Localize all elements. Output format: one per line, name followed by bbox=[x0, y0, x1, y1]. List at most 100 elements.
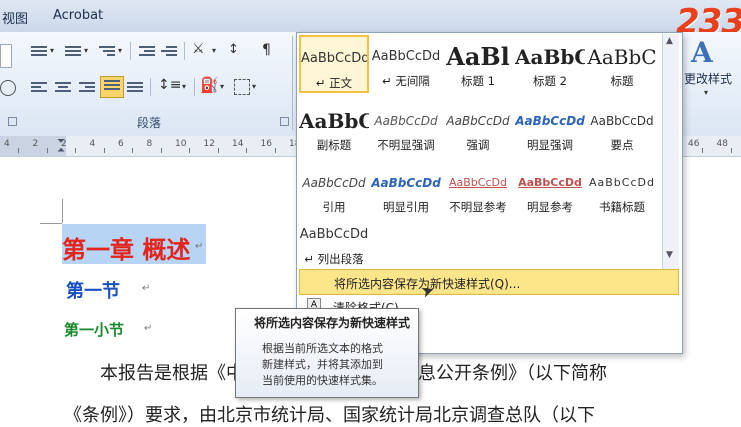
ruler-number: 48 bbox=[716, 139, 728, 149]
style-preview: AaBbCcDd bbox=[446, 114, 510, 128]
tooltip-line: 新建样式，并将其添加到 bbox=[262, 358, 383, 371]
chinese-layout-icon[interactable]: ⚔ bbox=[192, 41, 205, 57]
ruler-tick bbox=[274, 148, 276, 153]
quick-style-item[interactable]: AaBbCcDd ↵ 列出段落 bbox=[299, 213, 369, 271]
ruler-tick bbox=[702, 148, 703, 153]
subsection-heading[interactable]: 第一小节 bbox=[64, 319, 124, 340]
tooltip: 将所选内容保存为新快速样式 根据当前所选文本的格式 新建样式，并将其添加到 当前… bbox=[235, 308, 419, 398]
decrease-indent-icon[interactable] bbox=[138, 44, 156, 58]
align-right-icon[interactable] bbox=[78, 80, 96, 94]
ruler-number: 4 bbox=[89, 139, 96, 149]
quick-style-item[interactable]: AaBbCcDd 书籍标题 bbox=[587, 161, 657, 219]
line-spacing-dropdown-icon[interactable]: ▾ bbox=[182, 82, 186, 91]
quick-style-item[interactable]: AaBbCcDd 要点 bbox=[587, 99, 657, 157]
margin-corner-mark bbox=[40, 223, 62, 224]
tab-acrobat[interactable]: Acrobat bbox=[53, 8, 103, 23]
show-marks-icon[interactable]: ¶ bbox=[262, 42, 271, 58]
body-paragraph-2[interactable]: 《条例》）要求，由北京市统计局、国家统计局北京调查总队（以下 bbox=[64, 401, 595, 427]
line-spacing-icon[interactable]: ↕≡ bbox=[158, 77, 181, 93]
paste-format-icon[interactable] bbox=[0, 44, 12, 68]
paragraph-mark: ↵ bbox=[142, 283, 151, 294]
quick-style-item[interactable]: AaBbC 副标题 bbox=[299, 99, 369, 157]
justify-button[interactable] bbox=[100, 76, 124, 98]
style-name: 要点 bbox=[610, 138, 634, 152]
style-preview: AaBbCcDd bbox=[371, 176, 441, 190]
quick-style-item[interactable]: AaBbC 标题 bbox=[587, 35, 657, 93]
quick-style-item[interactable]: AaBl 标题 1 bbox=[443, 35, 513, 93]
style-name: 标题 1 bbox=[461, 74, 495, 88]
change-styles-icon[interactable]: A bbox=[691, 36, 713, 69]
separator bbox=[184, 42, 185, 60]
style-name: 副标题 bbox=[316, 138, 352, 152]
ruler-tick bbox=[160, 148, 162, 153]
quick-style-item[interactable]: AaBbCcDd 不明显强调 bbox=[371, 99, 441, 157]
style-name: ↵ 正文 bbox=[315, 76, 353, 90]
style-name: 强调 bbox=[466, 138, 490, 152]
style-preview: AaBbCcDd bbox=[518, 176, 582, 189]
margin-corner-mark bbox=[62, 199, 63, 223]
paragraph-group-label: 段落 bbox=[137, 116, 162, 130]
style-name: 明显强调 bbox=[527, 138, 573, 152]
numbering-dropdown-icon[interactable]: ▾ bbox=[84, 46, 88, 55]
shading-icon[interactable]: ⛽ bbox=[200, 76, 219, 94]
align-center-icon[interactable] bbox=[54, 80, 72, 94]
quick-style-item[interactable]: AaBbCcDd ↵ 无间隔 bbox=[371, 35, 441, 93]
tab-view[interactable]: 视图 bbox=[2, 8, 28, 27]
style-preview: AaBbCcDd bbox=[301, 51, 367, 66]
body-paragraph-1-left[interactable]: 本报告是根据《中 bbox=[100, 359, 244, 385]
section-heading[interactable]: 第一节 bbox=[66, 277, 120, 303]
style-preview: AaBbCcDd bbox=[449, 176, 507, 189]
save-as-new-quick-style-item[interactable]: 将所选内容保存为新快速样式(Q)... bbox=[299, 269, 679, 295]
paragraph-mark: ↵ bbox=[144, 323, 153, 334]
multilevel-list-icon[interactable] bbox=[98, 44, 116, 58]
body-paragraph-1-right[interactable]: 息公开条例》（以下简称 bbox=[418, 359, 607, 385]
ruler-tick bbox=[246, 148, 247, 153]
change-styles-dropdown-icon[interactable]: ▾ bbox=[704, 88, 708, 97]
quick-style-item[interactable]: AaBbCcDd 不明显参考 bbox=[443, 161, 513, 219]
chinese-layout-dropdown-icon[interactable]: ▾ bbox=[212, 46, 216, 55]
ruler-number: 8 bbox=[146, 139, 153, 149]
shading-dropdown-icon[interactable]: ▾ bbox=[220, 82, 224, 91]
style-name: ↵ 无间隔 bbox=[382, 74, 430, 88]
quick-style-item[interactable]: AaBbC 标题 2 bbox=[515, 35, 585, 93]
gallery-scrollbar[interactable]: ▲ ▼ bbox=[662, 34, 679, 270]
quick-style-item[interactable]: AaBbCcDd 明显引用 bbox=[371, 161, 441, 219]
increase-indent-icon[interactable] bbox=[160, 44, 178, 58]
separator bbox=[150, 78, 151, 96]
multilevel-dropdown-icon[interactable]: ▾ bbox=[118, 46, 122, 55]
tooltip-line: 根据当前所选文本的格式 bbox=[262, 342, 383, 355]
style-preview: AaBbCcDd bbox=[589, 176, 655, 189]
style-preview: AaBbCcDd bbox=[590, 114, 654, 128]
ruler-tick bbox=[217, 148, 219, 153]
numbering-icon[interactable] bbox=[64, 44, 82, 58]
ruler-tick bbox=[75, 148, 76, 153]
distributed-icon[interactable] bbox=[126, 80, 144, 94]
ruler-tick bbox=[18, 148, 19, 153]
style-name: 书籍标题 bbox=[599, 200, 645, 214]
change-styles-label[interactable]: 更改样式 bbox=[684, 70, 732, 87]
style-preview: AaBbC bbox=[299, 109, 369, 133]
sort-icon[interactable]: ↕ bbox=[228, 42, 239, 57]
separator bbox=[194, 78, 195, 96]
ruler-number: 12 bbox=[203, 139, 215, 149]
quick-style-item[interactable]: AaBbCcDd 明显强调 bbox=[515, 99, 585, 157]
quick-style-item[interactable]: AaBbCcDd 引用 bbox=[299, 161, 369, 219]
bullets-dropdown-icon[interactable]: ▾ bbox=[50, 46, 54, 55]
quick-style-item[interactable]: AaBbCcDd ↵ 正文 bbox=[299, 35, 369, 93]
borders-dropdown-icon[interactable]: ▾ bbox=[252, 82, 256, 91]
font-dialog-launcher-icon[interactable] bbox=[8, 117, 17, 126]
borders-icon[interactable] bbox=[234, 79, 250, 95]
style-preview: AaBbC bbox=[515, 45, 585, 69]
ruler-number: 14 bbox=[232, 139, 244, 149]
phonetic-guide-icon[interactable] bbox=[0, 80, 16, 96]
scroll-down-icon[interactable]: ▼ bbox=[666, 250, 673, 260]
quick-style-item[interactable]: AaBbCcDd 明显参考 bbox=[515, 161, 585, 219]
style-preview: AaBbCcDd bbox=[374, 114, 438, 128]
chapter-heading[interactable]: 第一章 概述 bbox=[62, 230, 190, 265]
quick-style-item[interactable]: AaBbCcDd 强调 bbox=[443, 99, 513, 157]
align-left-icon[interactable] bbox=[30, 80, 48, 94]
bullets-icon[interactable] bbox=[30, 44, 48, 58]
style-name: 不明显参考 bbox=[449, 200, 507, 214]
scroll-up-icon[interactable]: ▲ bbox=[666, 36, 673, 46]
paragraph-dialog-launcher-icon[interactable] bbox=[280, 117, 289, 126]
